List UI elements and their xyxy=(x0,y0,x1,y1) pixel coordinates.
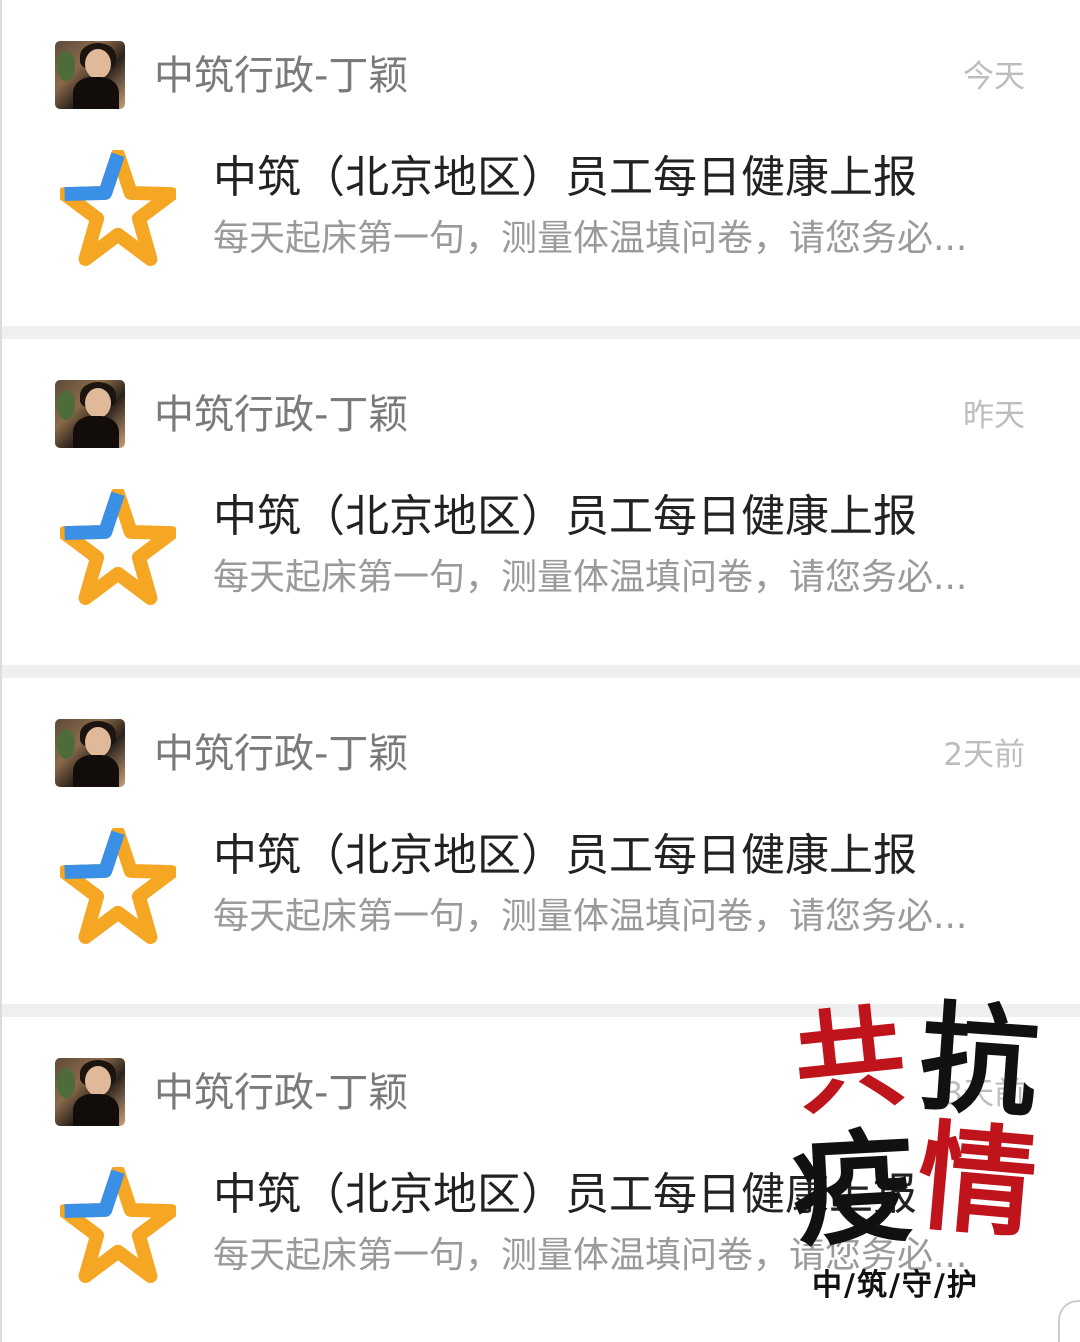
message-time: 昨天 xyxy=(963,398,1025,434)
sender-avatar[interactable] xyxy=(55,380,125,448)
message-preview: 每天起床第一句，测量体温填问卷，请您务必... xyxy=(213,1235,968,1276)
card-header: 中筑行政-丁颖 昨天 xyxy=(2,339,1080,449)
star-app-icon xyxy=(60,1167,176,1283)
message-preview: 每天起床第一句，测量体温填问卷，请您务必... xyxy=(213,557,968,598)
sender-name: 中筑行政-丁颖 xyxy=(154,392,409,438)
sender-avatar[interactable] xyxy=(55,719,125,787)
message-title: 中筑（北京地区）员工每日健康上报 xyxy=(213,152,917,203)
sender-name: 中筑行政-丁颖 xyxy=(154,731,409,777)
sender-name: 中筑行政-丁颖 xyxy=(154,1070,409,1116)
card-header: 中筑行政-丁颖 2天前 xyxy=(2,678,1080,788)
message-time: 2天前 xyxy=(943,737,1025,773)
message-title: 中筑（北京地区）员工每日健康上报 xyxy=(213,830,917,881)
message-time: 今天 xyxy=(963,59,1025,95)
message-preview: 每天起床第一句，测量体温填问卷，请您务必... xyxy=(213,896,968,937)
star-app-icon xyxy=(60,828,176,944)
sender-avatar[interactable] xyxy=(55,41,125,109)
message-card[interactable]: 中筑行政-丁颖 今天 中筑（北京地区）员工每日健康上报 每天起床第一句，测量体温… xyxy=(2,0,1080,326)
message-card[interactable]: 中筑行政-丁颖 昨天 中筑（北京地区）员工每日健康上报 每天起床第一句，测量体温… xyxy=(2,339,1080,665)
card-header: 中筑行政-丁颖 3天前 xyxy=(2,1017,1080,1127)
message-preview: 每天起床第一句，测量体温填问卷，请您务必... xyxy=(213,218,968,259)
sender-name: 中筑行政-丁颖 xyxy=(154,53,409,99)
message-title: 中筑（北京地区）员工每日健康上报 xyxy=(213,1169,917,1220)
star-app-icon xyxy=(60,150,176,266)
message-card[interactable]: 中筑行政-丁颖 3天前 中筑（北京地区）员工每日健康上报 每天起床第一句，测量体… xyxy=(2,1017,1080,1342)
message-card[interactable]: 中筑行政-丁颖 2天前 中筑（北京地区）员工每日健康上报 每天起床第一句，测量体… xyxy=(2,678,1080,1004)
card-header: 中筑行政-丁颖 今天 xyxy=(2,0,1080,110)
message-title: 中筑（北京地区）员工每日健康上报 xyxy=(213,491,917,542)
star-app-icon xyxy=(60,489,176,605)
sender-avatar[interactable] xyxy=(55,1058,125,1126)
message-time: 3天前 xyxy=(943,1076,1025,1112)
